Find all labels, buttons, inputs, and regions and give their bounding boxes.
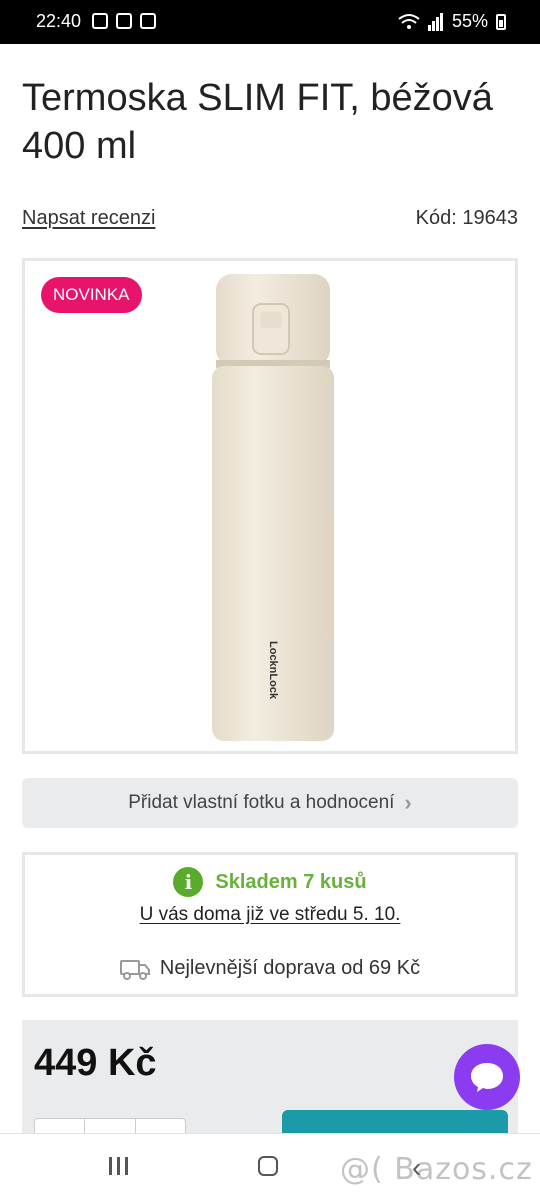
stock-status-text: Skladem 7 kusů [215,870,367,893]
add-photo-review-label: Přidat vlastní fotku a hodnocení [128,792,395,813]
battery-percent: 55% [451,11,488,31]
add-photo-review-button[interactable]: Přidat vlastní fotku a hodnocení › [22,778,518,828]
battery-icon [496,13,506,30]
notification-icon [92,13,108,29]
chevron-right-icon: › [404,790,412,815]
write-review-link[interactable]: Napsat recenzi [22,207,155,230]
status-right: 55% [398,11,506,32]
system-navigation-bar: ‹ @( Bazos.cz [0,1133,540,1201]
shipping-text: Nejlevnější doprava od 69 Kč [159,957,421,979]
new-badge: NOVINKA [41,277,142,313]
home-icon[interactable] [258,1156,278,1176]
shipping-info: Nejlevnější doprava od 69 Kč [25,957,515,980]
product-price: 449 Kč [34,1042,157,1084]
product-title: Termoska SLIM FIT, béžová 400 ml [22,77,493,167]
recent-apps-icon[interactable] [108,1156,130,1176]
bottle-brand-text: LocknLock [267,641,279,700]
chat-icon [471,1063,503,1092]
product-code: Kód: 19643 [415,207,518,229]
availability-box: i Skladem 7 kusů U vás doma již ve střed… [22,852,518,997]
price-panel: 449 Kč [22,1020,518,1160]
delivery-date-link[interactable]: U vás doma již ve středu 5. 10. [25,904,515,926]
notification-icons [92,13,156,29]
signal-icon [427,12,443,31]
truck-icon [119,959,150,980]
product-image[interactable]: LocknLock [208,274,338,744]
status-time: 22:40 [36,11,82,31]
watermark: @( Bazos.cz [340,1152,533,1187]
info-icon: i [173,867,204,897]
mail-icon [116,13,132,29]
chat-button[interactable] [454,1044,520,1110]
status-bar: 22:40 55% [0,0,540,44]
stock-status: i Skladem 7 kusů [25,867,515,897]
app-icon [140,13,156,29]
product-image-gallery[interactable]: NOVINKA LocknLock [22,258,518,754]
wifi-icon [398,13,420,29]
